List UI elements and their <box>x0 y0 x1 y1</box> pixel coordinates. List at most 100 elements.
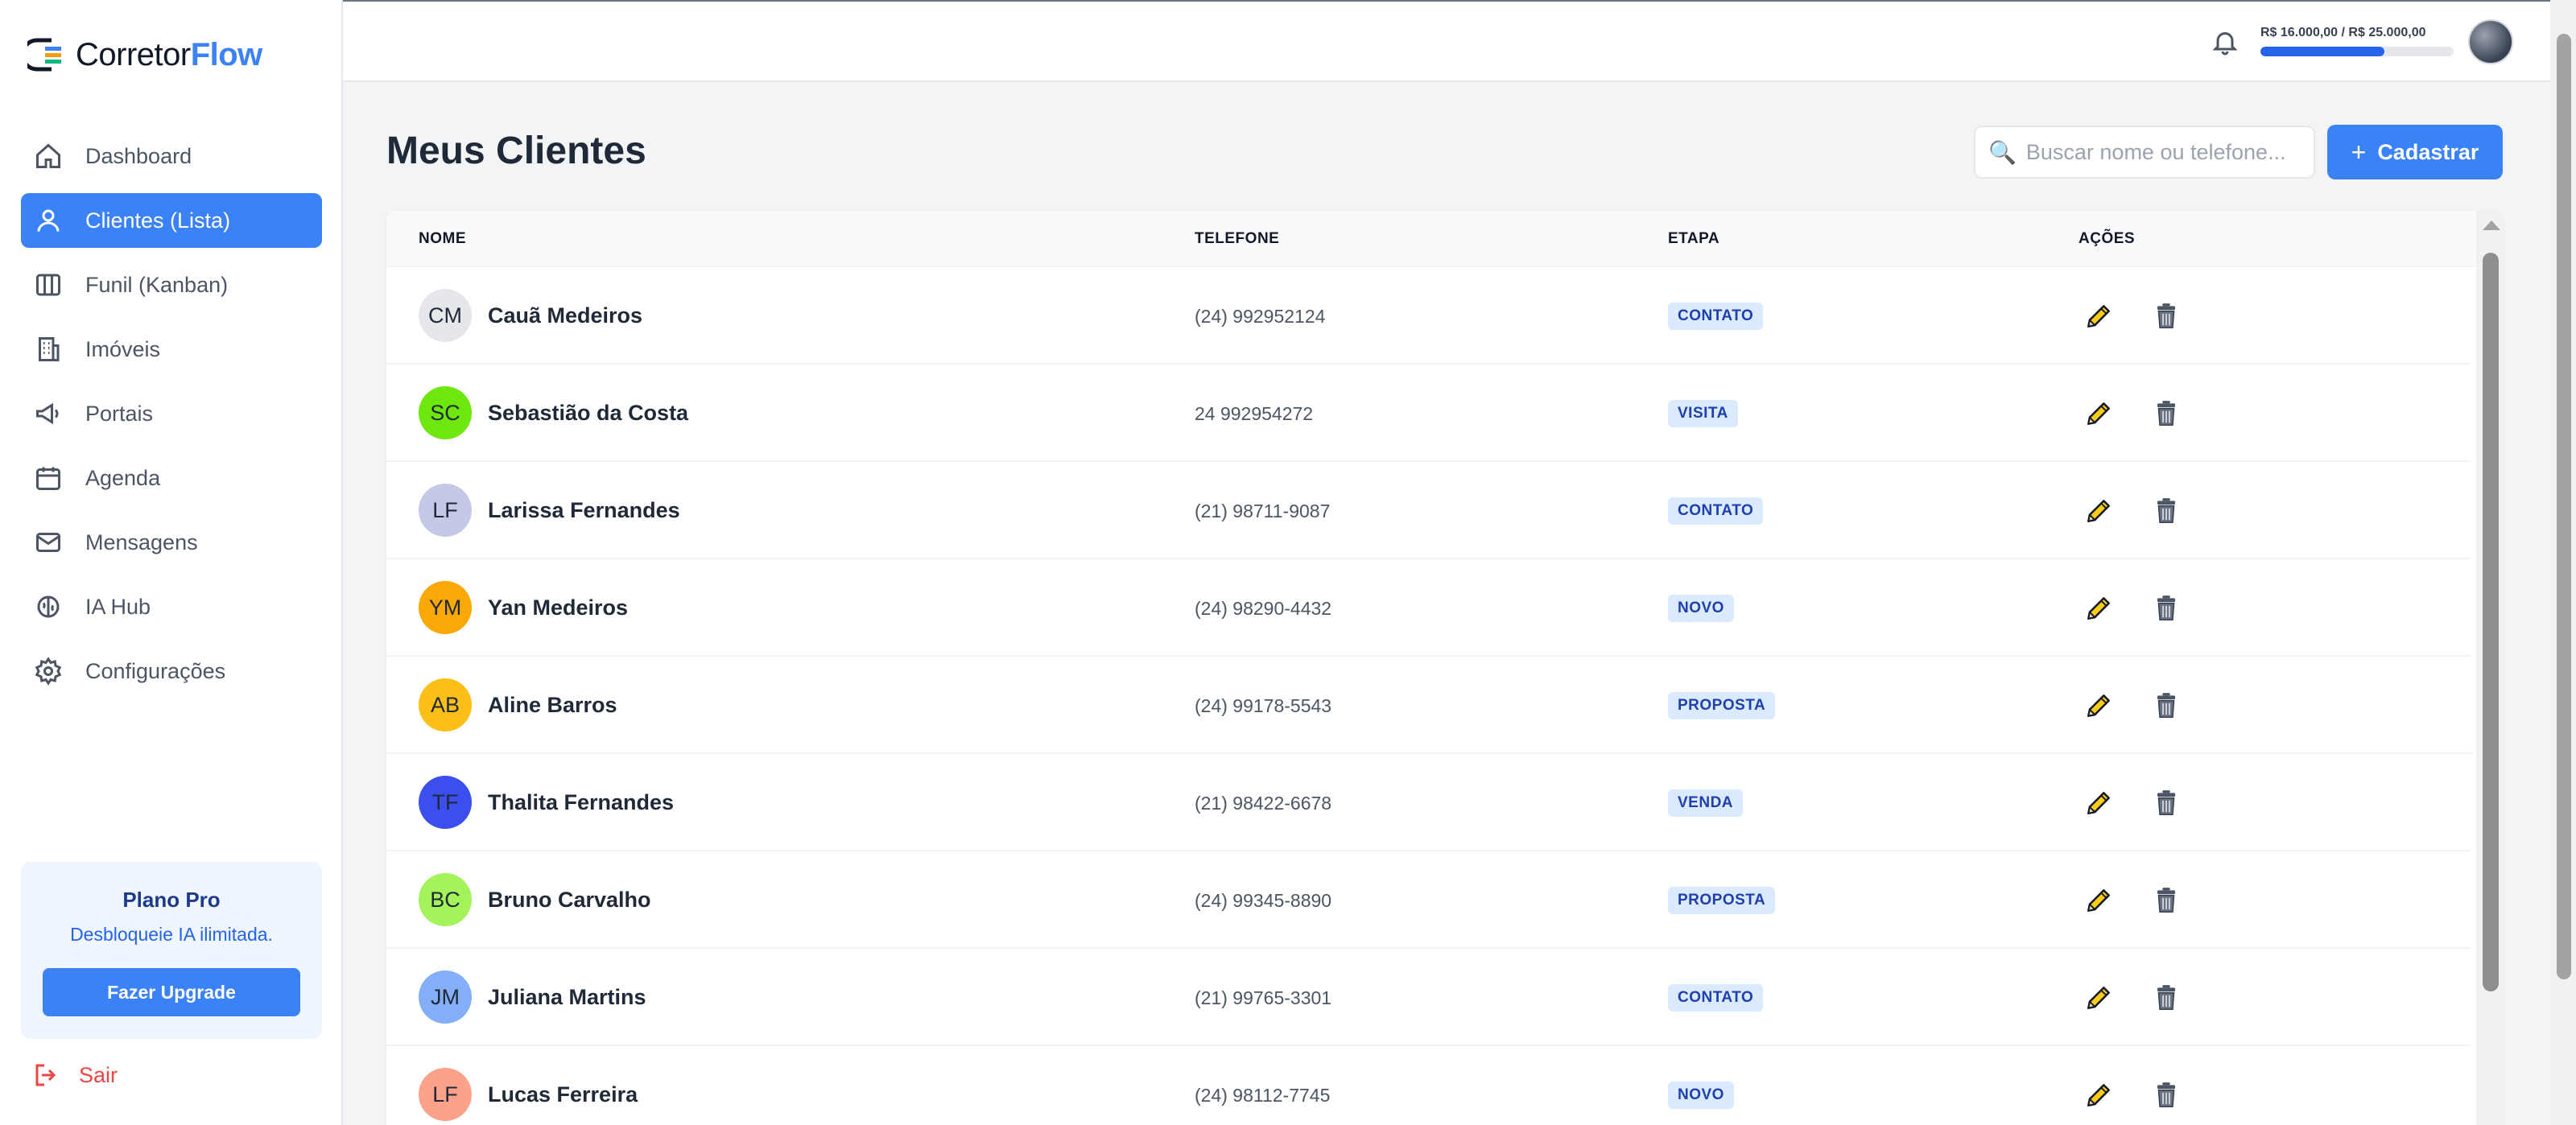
sidebar-item-portais[interactable]: Portais <box>21 386 322 441</box>
trash-icon <box>2157 595 2176 621</box>
search-icon: 🔍 <box>1988 139 2017 165</box>
client-avatar: AB <box>419 678 472 731</box>
table-row[interactable]: CM Cauã Medeiros (24) 992952124 CONTATO <box>386 267 2471 365</box>
sidebar-item-configuracoes[interactable]: Configurações <box>21 644 322 698</box>
column-header-stage: ETAPA <box>1668 230 1720 247</box>
sidebar-nav: Dashboard Clientes (Lista) Funil (Kanban… <box>21 129 322 708</box>
table-row[interactable]: LF Larissa Fernandes (21) 98711-9087 CON… <box>386 462 2471 559</box>
trash-icon <box>2157 303 2176 329</box>
sidebar-item-clientes[interactable]: Clientes (Lista) <box>21 193 322 248</box>
client-name: Aline Barros <box>488 693 617 717</box>
delete-button[interactable] <box>2151 1080 2182 1111</box>
edit-button[interactable] <box>2083 496 2114 526</box>
table-row[interactable]: AB Aline Barros (24) 99178-5543 PROPOSTA <box>386 657 2471 754</box>
sidebar-item-label: Funil (Kanban) <box>85 272 229 297</box>
client-initials: SC <box>430 400 460 425</box>
client-initials: YM <box>428 595 462 620</box>
client-name: Lucas Ferreira <box>488 1082 638 1106</box>
client-avatar: SC <box>419 386 472 439</box>
upgrade-button[interactable]: Fazer Upgrade <box>43 968 300 1016</box>
table-row[interactable]: YM Yan Medeiros (24) 98290-4432 NOVO <box>386 559 2471 657</box>
delete-button[interactable] <box>2151 301 2182 332</box>
stage-badge: CONTATO <box>1668 984 1764 1012</box>
user-icon <box>32 204 64 237</box>
delete-button[interactable] <box>2151 885 2182 916</box>
edit-button[interactable] <box>2083 593 2114 624</box>
client-phone: (21) 99765-3301 <box>1195 987 1332 1008</box>
stage-badge: CONTATO <box>1668 497 1764 525</box>
edit-button[interactable] <box>2083 885 2114 916</box>
sidebar-item-label: IA Hub <box>85 594 151 619</box>
logout-button[interactable]: Sair <box>32 1061 118 1090</box>
sidebar-item-imoveis[interactable]: Imóveis <box>21 322 322 377</box>
edit-button[interactable] <box>2083 301 2114 332</box>
pencil-icon <box>2087 694 2110 717</box>
mail-icon <box>32 526 64 558</box>
sidebar-item-mensagens[interactable]: Mensagens <box>21 515 322 570</box>
edit-button[interactable] <box>2083 788 2114 818</box>
budget-progress-fill <box>2260 47 2384 56</box>
edit-button[interactable] <box>2083 983 2114 1013</box>
plan-card: Plano Pro Desbloqueie IA ilimitada. Faze… <box>21 862 322 1039</box>
delete-button[interactable] <box>2151 983 2182 1013</box>
sidebar: CorretorFlow Dashboard Clientes (Lista) … <box>0 0 343 1125</box>
stage-badge: CONTATO <box>1668 303 1764 330</box>
sidebar-item-dashboard[interactable]: Dashboard <box>21 129 322 183</box>
table-row[interactable]: JM Juliana Martins (21) 99765-3301 CONTA… <box>386 949 2471 1046</box>
home-icon <box>32 140 64 172</box>
client-initials: AB <box>430 692 460 717</box>
calendar-icon <box>32 462 64 494</box>
client-name: Bruno Carvalho <box>488 888 651 912</box>
stage-badge: VISITA <box>1668 400 1738 427</box>
plan-title: Plano Pro <box>122 888 221 912</box>
delete-button[interactable] <box>2151 496 2182 526</box>
scroll-up-arrow[interactable] <box>2483 220 2500 230</box>
client-phone: (24) 98290-4432 <box>1195 598 1332 619</box>
client-name: Juliana Martins <box>488 985 646 1009</box>
client-initials: LF <box>432 1082 458 1106</box>
client-phone: 24 992954272 <box>1195 403 1314 424</box>
edit-button[interactable] <box>2083 398 2114 429</box>
table-row[interactable]: SC Sebastião da Costa 24 992954272 VISIT… <box>386 365 2471 462</box>
brand-logo[interactable]: CorretorFlow <box>27 34 262 76</box>
clients-table: NOME TELEFONE ETAPA AÇÕES CM Cauã Medeir… <box>386 211 2504 1125</box>
logout-icon <box>35 1064 56 1086</box>
table-scrollbar-thumb[interactable] <box>2483 253 2499 991</box>
column-header-actions: AÇÕES <box>2079 230 2136 247</box>
notifications-button[interactable] <box>2211 27 2243 60</box>
pencil-icon <box>2087 402 2110 425</box>
logo-icon <box>27 38 61 72</box>
search-box[interactable]: 🔍 <box>1974 126 2315 179</box>
add-client-button[interactable]: + Cadastrar <box>2327 125 2503 179</box>
table-row[interactable]: TF Thalita Fernandes (21) 98422-6678 VEN… <box>386 754 2471 851</box>
sidebar-item-label: Imóveis <box>85 336 161 361</box>
trash-icon <box>2157 693 2176 719</box>
sidebar-item-label: Dashboard <box>85 143 192 168</box>
plus-icon: + <box>2351 137 2367 167</box>
table-scrollbar[interactable] <box>2476 211 2504 1125</box>
page-scrollbar[interactable] <box>2550 0 2576 1125</box>
edit-button[interactable] <box>2083 690 2114 721</box>
table-row[interactable]: LF Lucas Ferreira (24) 98112-7745 NOVO <box>386 1046 2471 1125</box>
table-row[interactable]: BC Bruno Carvalho (24) 99345-8890 PROPOS… <box>386 851 2471 949</box>
stage-badge: PROPOSTA <box>1668 692 1776 719</box>
client-name: Larissa Fernandes <box>488 498 680 522</box>
sidebar-item-agenda[interactable]: Agenda <box>21 451 322 505</box>
search-input[interactable] <box>2025 139 2314 165</box>
client-initials: LF <box>432 497 458 522</box>
client-phone: (21) 98422-6678 <box>1195 793 1332 814</box>
delete-button[interactable] <box>2151 788 2182 818</box>
client-phone: (21) 98711-9087 <box>1195 501 1331 521</box>
delete-button[interactable] <box>2151 398 2182 429</box>
delete-button[interactable] <box>2151 593 2182 624</box>
edit-button[interactable] <box>2083 1080 2114 1111</box>
logout-label: Sair <box>79 1062 118 1087</box>
page-scrollbar-thumb[interactable] <box>2557 34 2571 979</box>
delete-button[interactable] <box>2151 690 2182 721</box>
sidebar-item-ia-hub[interactable]: IA Hub <box>21 579 322 634</box>
client-phone: (24) 992952124 <box>1195 306 1326 327</box>
client-initials: TF <box>431 789 459 814</box>
sidebar-item-funil[interactable]: Funil (Kanban) <box>21 258 322 312</box>
pencil-icon <box>2087 305 2110 328</box>
user-avatar[interactable] <box>2468 19 2513 64</box>
